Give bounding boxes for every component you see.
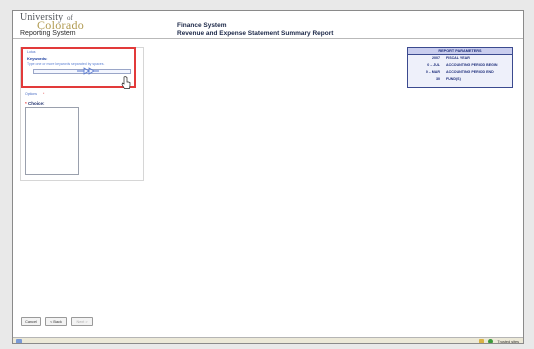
keywords-hint: Type one or more keywords separated by s… bbox=[27, 62, 105, 66]
trusted-zone-icon bbox=[488, 339, 494, 343]
param-row: 0 – JUL ACCOUNTING PERIOD BEGIN bbox=[408, 62, 512, 69]
param-value: 2007 bbox=[432, 56, 440, 60]
choice-label-text: Choice: bbox=[28, 101, 45, 106]
param-label: FISCAL YEAR bbox=[446, 56, 470, 60]
next-button[interactable]: Next > bbox=[71, 317, 93, 326]
options-required-marker: * bbox=[43, 92, 45, 96]
keywords-label: Keywords: bbox=[27, 56, 48, 61]
page-header: University of Colorado Reporting System … bbox=[13, 11, 523, 39]
param-label: FUND(S) bbox=[446, 77, 461, 81]
lotus-link[interactable]: Lotus bbox=[27, 50, 36, 54]
cancel-button[interactable]: Cancel bbox=[21, 317, 41, 326]
university-logo: University of Colorado bbox=[20, 12, 105, 32]
param-value: 30 bbox=[436, 77, 440, 81]
param-value: 0 – JUL bbox=[427, 63, 440, 67]
hand-cursor-icon bbox=[121, 76, 131, 89]
options-link[interactable]: Options bbox=[25, 92, 37, 96]
choice-label: * Choice: bbox=[25, 101, 45, 106]
security-zone: Trusted sites bbox=[479, 338, 519, 344]
param-row: 0 – MAR ACCOUNTING PERIOD END bbox=[408, 69, 512, 76]
param-label: ACCOUNTING PERIOD END bbox=[446, 70, 494, 74]
report-parameters-panel: REPORT PARAMETERS 2007 FISCAL YEAR 0 – J… bbox=[407, 47, 513, 88]
lock-icon bbox=[479, 339, 485, 343]
app-subtitle: Reporting System bbox=[20, 30, 76, 37]
param-label: ACCOUNTING PERIOD BEGIN bbox=[446, 63, 498, 67]
zone-label: Trusted sites bbox=[497, 340, 519, 344]
status-bar: Trusted sites bbox=[13, 337, 523, 344]
search-arrow-icon[interactable] bbox=[77, 67, 99, 75]
prompt-panel: Lotus Keywords: Type one or more keyword… bbox=[20, 47, 144, 181]
param-row: 30 FUND(S) bbox=[408, 76, 512, 83]
param-row: 2007 FISCAL YEAR bbox=[408, 55, 512, 62]
browser-window: University of Colorado Reporting System … bbox=[12, 10, 524, 344]
keyword-search-highlight: Lotus Keywords: Type one or more keyword… bbox=[21, 47, 136, 88]
report-title: Revenue and Expense Statement Summary Re… bbox=[177, 30, 334, 37]
param-value: 0 – MAR bbox=[425, 70, 440, 74]
choice-listbox[interactable] bbox=[25, 107, 79, 175]
report-parameters-title: REPORT PARAMETERS bbox=[408, 48, 512, 55]
system-title: Finance System bbox=[177, 22, 227, 29]
back-button[interactable]: < Back bbox=[45, 317, 67, 326]
required-marker: * bbox=[25, 101, 27, 106]
page-status-icon bbox=[16, 339, 22, 343]
